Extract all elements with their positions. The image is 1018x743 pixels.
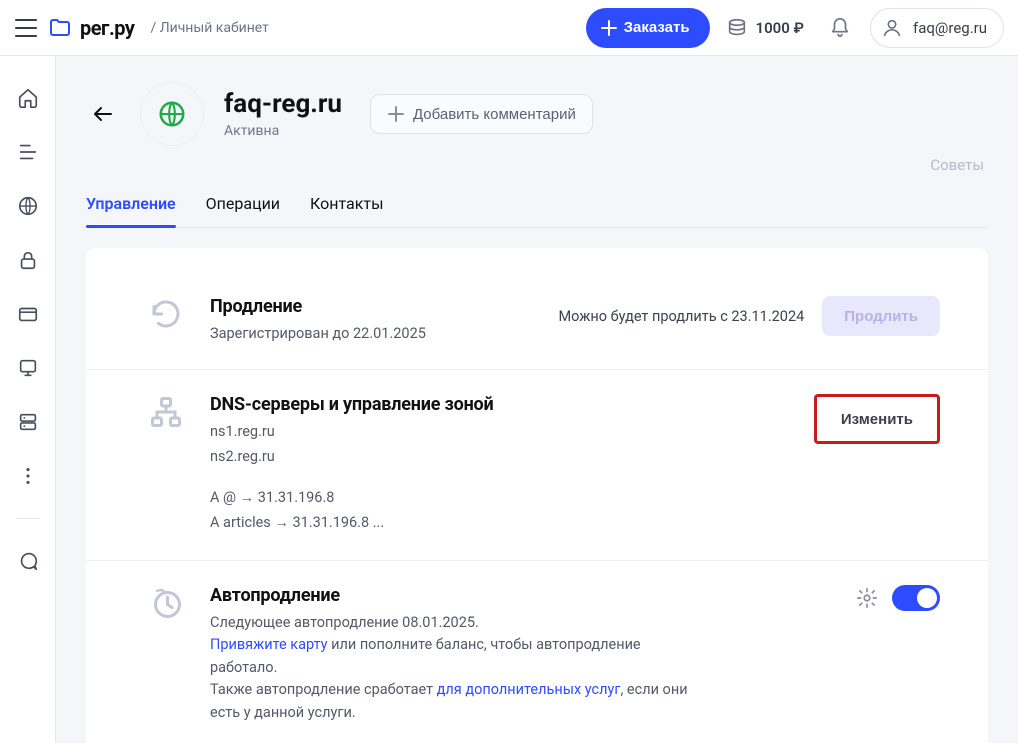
tab-operations[interactable]: Операции — [206, 194, 280, 227]
change-dns-button[interactable]: Изменить — [814, 394, 940, 444]
link-bind-card[interactable]: Привяжите карту — [210, 636, 328, 653]
dns-record: A @ → 31.31.196.8 — [210, 486, 706, 511]
status-badge: Активна — [224, 123, 342, 139]
arrow-left-icon — [91, 102, 115, 126]
autorenew-settings-button[interactable] — [856, 587, 878, 609]
section-autorenew: Автопродление Следующее автопродление 08… — [86, 560, 988, 743]
tab-contacts[interactable]: Контакты — [310, 194, 383, 227]
refresh-clock-icon — [148, 296, 184, 332]
lock-icon — [17, 249, 39, 271]
tab-manage[interactable]: Управление — [86, 194, 176, 227]
management-card: Продление Зарегистрирован до 22.01.2025 … — [86, 248, 988, 743]
autorenew-toggle[interactable] — [892, 585, 940, 611]
notifications-button[interactable] — [820, 8, 860, 48]
logo-text: рег.ру — [80, 16, 134, 40]
chat-icon — [17, 550, 39, 572]
renew-button: Продлить — [822, 296, 940, 336]
dns-title: DNS-серверы и управление зоной — [210, 394, 706, 415]
globe-icon — [17, 195, 39, 217]
top-header: рег.ру / Личный кабинет Заказать 1000 ₽ … — [0, 0, 1018, 56]
user-account-button[interactable]: faq@reg.ru — [870, 8, 1004, 48]
sidebar-item-chat[interactable] — [16, 549, 40, 573]
card-icon — [17, 303, 39, 325]
autorenew-title: Автопродление — [210, 585, 706, 606]
user-email: faq@reg.ru — [913, 19, 987, 37]
renewal-title: Продление — [210, 296, 534, 317]
link-additional-services[interactable]: для дополнительных услуг — [437, 681, 621, 698]
breadcrumb: / Личный кабинет — [150, 20, 268, 36]
globe-icon — [157, 99, 187, 129]
sidebar-item-security[interactable] — [16, 248, 40, 272]
sidebar-item-server[interactable] — [16, 356, 40, 380]
sidebar-item-globe[interactable] — [16, 194, 40, 218]
sidebar-item-billing[interactable] — [16, 302, 40, 326]
folder-icon — [48, 16, 72, 40]
sidebar — [0, 56, 56, 743]
dns-record: A articles → 31.31.196.8 ... — [210, 511, 706, 536]
home-icon — [17, 87, 39, 109]
storage-icon — [17, 411, 39, 433]
more-vertical-icon — [17, 465, 39, 487]
balance-display[interactable]: 1000 ₽ — [720, 17, 810, 39]
hamburger-menu-button[interactable] — [14, 16, 38, 40]
order-button-label: Заказать — [624, 19, 690, 36]
section-renewal: Продление Зарегистрирован до 22.01.2025 … — [86, 272, 988, 369]
section-dns: DNS-серверы и управление зоной ns1.reg.r… — [86, 369, 988, 559]
add-comment-label: Добавить комментарий — [413, 106, 576, 123]
sitemap-icon — [148, 394, 184, 430]
page-title: faq-reg.ru — [224, 89, 342, 119]
tabs: Управление Операции Контакты — [86, 180, 988, 228]
dns-ns2: ns2.reg.ru — [210, 446, 706, 468]
balance-value: 1000 ₽ — [756, 19, 804, 37]
back-button[interactable] — [86, 97, 120, 131]
order-button[interactable]: Заказать — [586, 8, 710, 48]
sidebar-item-more[interactable] — [16, 464, 40, 488]
domain-icon — [140, 82, 204, 146]
list-icon — [17, 141, 39, 163]
gear-icon — [856, 587, 878, 609]
user-icon — [881, 17, 903, 39]
sidebar-item-storage[interactable] — [16, 410, 40, 434]
add-comment-button[interactable]: Добавить комментарий — [370, 94, 593, 134]
main-content: faq-reg.ru Активна Добавить комментарий … — [56, 56, 1018, 743]
clock-wing-icon — [148, 585, 184, 621]
renewal-sub: Зарегистрирован до 22.01.2025 — [210, 323, 534, 345]
autorenew-line1: Следующее автопродление 08.01.2025. — [210, 614, 479, 631]
toggle-knob — [917, 588, 937, 608]
autorenew-line3a: Также автопродление сработает — [210, 681, 437, 698]
logo[interactable]: рег.ру — [48, 16, 134, 40]
sidebar-item-list[interactable] — [16, 140, 40, 164]
tips-link[interactable]: Советы — [86, 156, 988, 174]
renewal-note: Можно будет продлить с 23.11.2024 — [558, 308, 804, 325]
server-icon — [17, 357, 39, 379]
bell-icon — [829, 17, 851, 39]
coins-icon — [726, 17, 748, 39]
sidebar-item-home[interactable] — [16, 86, 40, 110]
plus-icon — [600, 19, 618, 37]
plus-icon — [387, 105, 405, 123]
dns-ns1: ns1.reg.ru — [210, 421, 706, 443]
